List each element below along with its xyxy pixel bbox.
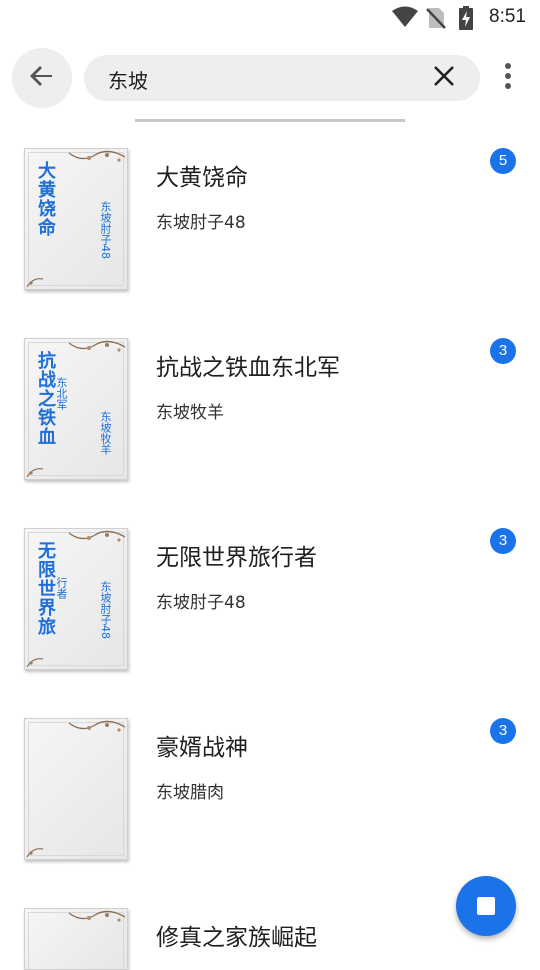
status-bar: 8:51 (0, 0, 540, 36)
search-divider (135, 119, 405, 122)
book-cover: 大黄饶命 东坡肘子48 (24, 148, 128, 290)
list-item[interactable]: 无限世界旅 行者 东坡肘子48 无限世界旅行者 东坡肘子48 3 (0, 520, 540, 710)
cover-subtitle: 行者 (55, 577, 68, 599)
list-item[interactable]: 豪婿战神 东坡腊肉 3 (0, 710, 540, 900)
list-item[interactable]: 抗战之铁血 东北军 东坡牧羊 抗战之铁血东北军 东坡牧羊 3 (0, 330, 540, 520)
book-title: 豪婿战神 (156, 735, 248, 761)
cover-author: 东坡肘子48 (99, 581, 112, 639)
chapter-count-badge: 3 (490, 338, 516, 364)
cover-author: 东坡肘子48 (99, 201, 112, 259)
status-time: 8:51 (489, 6, 526, 27)
book-author: 东坡腊肉 (156, 783, 224, 803)
stop-icon (477, 897, 495, 915)
chapter-count-badge: 3 (490, 528, 516, 554)
stop-fab-button[interactable] (456, 876, 516, 936)
cover-author: 东坡牧羊 (99, 411, 112, 455)
more-vert-icon (504, 63, 512, 93)
no-sim-icon (426, 6, 446, 34)
book-title: 修真之家族崛起 (156, 925, 317, 951)
clear-search-button[interactable] (430, 64, 458, 92)
chapter-count-badge: 5 (490, 148, 516, 174)
wifi-icon (392, 6, 418, 32)
list-item[interactable]: 大黄饶命 东坡肘子48 大黄饶命 东坡肘子48 5 (0, 140, 540, 330)
book-cover: 无限世界旅 行者 东坡肘子48 (24, 528, 128, 670)
more-options-button[interactable] (496, 58, 520, 98)
chapter-count-badge: 3 (490, 718, 516, 744)
back-button[interactable] (12, 48, 72, 108)
battery-charging-icon (458, 6, 474, 34)
cover-subtitle: 东北军 (55, 377, 68, 410)
search-input[interactable]: 东坡 (84, 55, 480, 101)
cover-title: 抗战之铁血 (35, 351, 56, 446)
arrow-back-icon (28, 62, 56, 94)
book-author: 东坡肘子48 (156, 593, 246, 613)
book-title: 大黄饶命 (156, 165, 248, 191)
book-author: 东坡牧羊 (156, 403, 224, 423)
book-author: 东坡肘子48 (156, 213, 246, 233)
cover-title: 无限世界旅 (35, 541, 56, 636)
book-title: 抗战之铁血东北军 (156, 355, 340, 381)
book-title: 无限世界旅行者 (156, 545, 317, 571)
book-cover (24, 718, 128, 860)
book-cover: 抗战之铁血 东北军 东坡牧羊 (24, 338, 128, 480)
close-icon (433, 65, 455, 91)
cover-title: 大黄饶命 (35, 161, 56, 237)
search-query: 东坡 (108, 69, 148, 93)
book-cover (24, 908, 128, 970)
